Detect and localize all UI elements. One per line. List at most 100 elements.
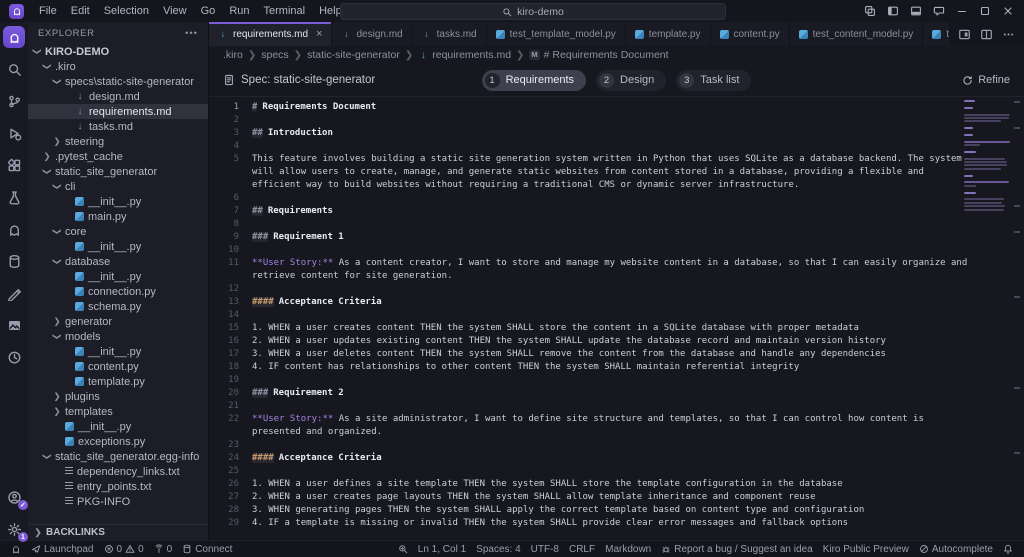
status-0[interactable]: 0 xyxy=(149,544,178,555)
activity-clock[interactable] xyxy=(3,346,25,368)
tree-item-entry-points-txt[interactable]: ❯entry_points.txt xyxy=(28,479,208,494)
tab-content-py[interactable]: content.py xyxy=(711,22,790,46)
status-launchpad[interactable]: Launchpad xyxy=(26,544,99,555)
tab-requirements-md[interactable]: ↓requirements.md× xyxy=(209,22,332,46)
activity-test-beaker[interactable] xyxy=(3,186,25,208)
open-preview-button[interactable] xyxy=(958,28,971,41)
more-actions-button[interactable] xyxy=(1002,28,1015,41)
tree-item-tasks-md[interactable]: ❯↓tasks.md xyxy=(28,119,208,134)
activity-kiro-ghost[interactable] xyxy=(3,218,25,240)
tab-test-template-model-py[interactable]: test_template_model.py xyxy=(487,22,626,46)
status-kiro-public-preview[interactable]: Kiro Public Preview xyxy=(818,544,914,555)
tree-item-requirements-md[interactable]: ❯↓requirements.md xyxy=(28,104,208,119)
breadcrumb-requirements-md[interactable]: ↓requirements.md xyxy=(418,49,511,61)
status-spaces-4[interactable]: Spaces: 4 xyxy=(471,544,525,555)
activity-run-debug[interactable] xyxy=(3,122,25,144)
tree-item-content-py[interactable]: ❯content.py xyxy=(28,359,208,374)
panel-left-button[interactable] xyxy=(887,5,899,17)
close-button[interactable] xyxy=(1002,5,1014,17)
explorer-more-actions-icon[interactable]: ••• xyxy=(185,28,198,39)
command-center-search[interactable]: kiro-demo xyxy=(340,3,726,20)
tree-item-dependency-links-txt[interactable]: ❯dependency_links.txt xyxy=(28,464,208,479)
breadcrumb-requirements-document[interactable]: M# Requirements Document xyxy=(529,49,668,61)
menu-terminal[interactable]: Terminal xyxy=(257,5,313,17)
tree-item-steering[interactable]: ❯steering xyxy=(28,134,208,149)
status-markdown[interactable]: Markdown xyxy=(600,544,656,555)
tree-item-static-site-generator[interactable]: ❯static_site_generator xyxy=(28,164,208,179)
activity-kiro-logo[interactable] xyxy=(3,26,25,48)
tree-item-generator[interactable]: ❯generator xyxy=(28,314,208,329)
tree-item-template-py[interactable]: ❯template.py xyxy=(28,374,208,389)
activity-settings-gear[interactable]: 1 xyxy=(3,518,25,540)
activity-image[interactable] xyxy=(3,314,25,336)
tree-item-database[interactable]: ❯database xyxy=(28,254,208,269)
spec-step-task-list[interactable]: 3Task list xyxy=(676,70,751,91)
tree-item-templates[interactable]: ❯templates xyxy=(28,404,208,419)
refine-button[interactable]: Refine xyxy=(962,74,1010,86)
tree-item-models[interactable]: ❯models xyxy=(28,329,208,344)
tab-template-py[interactable]: template.py xyxy=(626,22,711,46)
tree-item-design-md[interactable]: ❯↓design.md xyxy=(28,89,208,104)
tree-item-pkg-info[interactable]: ❯PKG-INFO xyxy=(28,494,208,509)
activity-source-control[interactable] xyxy=(3,90,25,112)
tree-item-exceptions-py[interactable]: ❯exceptions.py xyxy=(28,434,208,449)
tree-item-schema-py[interactable]: ❯schema.py xyxy=(28,299,208,314)
code-editor[interactable]: 1#Requirements Document23##Introduction4… xyxy=(209,97,1024,540)
status-ln-1-col-1[interactable]: Ln 1, Col 1 xyxy=(413,544,471,555)
close-tab-icon[interactable]: × xyxy=(316,29,322,40)
menu-edit[interactable]: Edit xyxy=(64,5,97,17)
spec-step-requirements[interactable]: 1Requirements xyxy=(482,70,586,91)
tree-item-pytest-cache[interactable]: ❯.pytest_cache xyxy=(28,149,208,164)
tree-item-cli[interactable]: ❯cli xyxy=(28,179,208,194)
status-autocomplete[interactable]: Autocomplete xyxy=(914,544,998,555)
menu-selection[interactable]: Selection xyxy=(97,5,156,17)
status-kiro-ghost[interactable] xyxy=(6,544,26,554)
tree-item-init-py[interactable]: ❯__init__.py xyxy=(28,239,208,254)
maximize-button[interactable] xyxy=(979,5,991,17)
line-number: 3 xyxy=(209,127,252,140)
activity-database[interactable] xyxy=(3,250,25,272)
tree-item-kiro-demo[interactable]: ❯KIRO-DEMO xyxy=(28,44,208,59)
minimize-button[interactable] xyxy=(956,5,968,17)
tab-test-content-model-py[interactable]: test_content_model.py xyxy=(790,22,924,46)
status-utf-8[interactable]: UTF-8 xyxy=(526,544,564,555)
panel-bottom-button[interactable] xyxy=(910,5,922,17)
tree-item-init-py[interactable]: ❯__init__.py xyxy=(28,419,208,434)
menu-view[interactable]: View xyxy=(156,5,194,17)
menu-run[interactable]: Run xyxy=(222,5,256,17)
tree-item-kiro[interactable]: ❯.kiro xyxy=(28,59,208,74)
activity-search[interactable] xyxy=(3,58,25,80)
tree-item-specs-static-site-generator[interactable]: ❯specs\static-site-generator xyxy=(28,74,208,89)
status-zoom-in[interactable] xyxy=(393,544,413,554)
backlinks-section[interactable]: ❯ BACKLINKS xyxy=(28,524,208,540)
menu-go[interactable]: Go xyxy=(194,5,223,17)
activity-pen[interactable] xyxy=(3,282,25,304)
breadcrumb-static-site-generator[interactable]: static-site-generator xyxy=(307,49,400,61)
tree-item-core[interactable]: ❯core xyxy=(28,224,208,239)
overview-ruler[interactable] xyxy=(1012,97,1024,540)
customize-layout-button[interactable] xyxy=(864,5,876,17)
minimap[interactable] xyxy=(964,100,1010,212)
breadcrumb-kiro[interactable]: .kiro xyxy=(223,49,243,61)
activity-account[interactable]: ✓ xyxy=(3,486,25,508)
tab-tasks-md[interactable]: ↓tasks.md xyxy=(413,22,487,46)
status-bell[interactable] xyxy=(998,544,1018,554)
menu-file[interactable]: File xyxy=(32,5,64,17)
tree-item-main-py[interactable]: ❯main.py xyxy=(28,209,208,224)
split-editor-button[interactable] xyxy=(980,28,993,41)
status-crlf[interactable]: CRLF xyxy=(564,544,600,555)
tree-item-init-py[interactable]: ❯__init__.py xyxy=(28,194,208,209)
status-report-a-bug-suggest-an-idea[interactable]: Report a bug / Suggest an idea xyxy=(656,544,817,555)
tree-item-plugins[interactable]: ❯plugins xyxy=(28,389,208,404)
breadcrumb-specs[interactable]: specs xyxy=(261,49,288,61)
activity-extensions[interactable] xyxy=(3,154,25,176)
tree-item-init-py[interactable]: ❯__init__.py xyxy=(28,344,208,359)
status-0[interactable]: 00 xyxy=(99,544,149,555)
tree-item-static-site-generator-egg-info[interactable]: ❯static_site_generator.egg-info xyxy=(28,449,208,464)
status-connect[interactable]: Connect xyxy=(177,544,237,555)
tab-design-md[interactable]: ↓design.md xyxy=(332,22,412,46)
spec-step-design[interactable]: 2Design xyxy=(596,70,666,91)
tree-item-init-py[interactable]: ❯__init__.py xyxy=(28,269,208,284)
chat-button[interactable] xyxy=(933,5,945,17)
tree-item-connection-py[interactable]: ❯connection.py xyxy=(28,284,208,299)
